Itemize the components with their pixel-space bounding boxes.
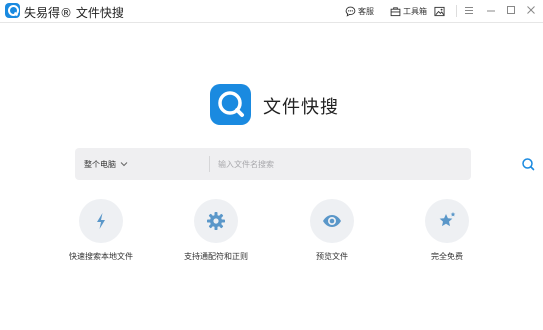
feature-label: 完全免费 [431,252,463,261]
search-input[interactable] [218,154,498,174]
feature-fast-search: 快速搜索本地文件 [45,199,155,269]
maximize-icon [507,6,515,14]
feature-label: 快速搜索本地文件 [69,252,133,261]
feature-icon-circle [79,199,123,243]
lightning-icon [97,213,105,229]
app-title: 失易得® 文件快搜 [24,6,124,20]
feature-icon-circle [310,199,354,243]
customer-service-label: 客服 [358,7,374,16]
feature-wildcard-regex: 支持通配符和正则 [160,199,270,269]
minimize-icon [487,10,495,11]
feature-preview: 预览文件 [276,199,386,269]
image-button[interactable] [434,4,447,19]
title-bar-divider [456,5,457,17]
feature-label: 预览文件 [316,252,348,261]
title-bar: 失易得® 文件快搜 客服 工具箱 [0,0,543,23]
search-divider [209,156,210,172]
search-button[interactable] [520,156,536,172]
minimize-button[interactable] [482,2,500,18]
app-logo-icon [5,3,20,18]
close-button[interactable] [522,2,540,18]
search-scope-label: 整个电脑 [84,159,116,169]
search-icon [522,158,535,171]
feature-icon-circle [425,199,469,243]
hero-title: 文件快搜 [263,97,339,118]
search-bar: 整个电脑 [75,148,535,180]
gear-icon [207,212,225,230]
feature-label: 支持通配符和正则 [184,252,248,261]
menu-button[interactable] [460,2,478,18]
star-icon [439,212,456,227]
customer-service-button[interactable]: 客服 [345,4,374,19]
search-scope-dropdown[interactable]: 整个电脑 [84,157,128,171]
feature-free: 完全免费 [391,199,501,269]
menu-icon [465,6,473,14]
chat-icon [345,6,356,17]
image-icon [434,6,445,17]
feature-icon-circle [194,199,238,243]
search-logo-icon [218,91,244,117]
toolbox-icon [390,7,401,17]
close-icon [527,6,535,14]
chevron-down-icon [120,162,128,167]
maximize-button[interactable] [502,2,520,18]
eye-icon [323,215,341,227]
toolbox-label: 工具箱 [403,7,427,16]
toolbox-button[interactable]: 工具箱 [390,4,427,19]
hero-logo-icon [210,84,251,125]
